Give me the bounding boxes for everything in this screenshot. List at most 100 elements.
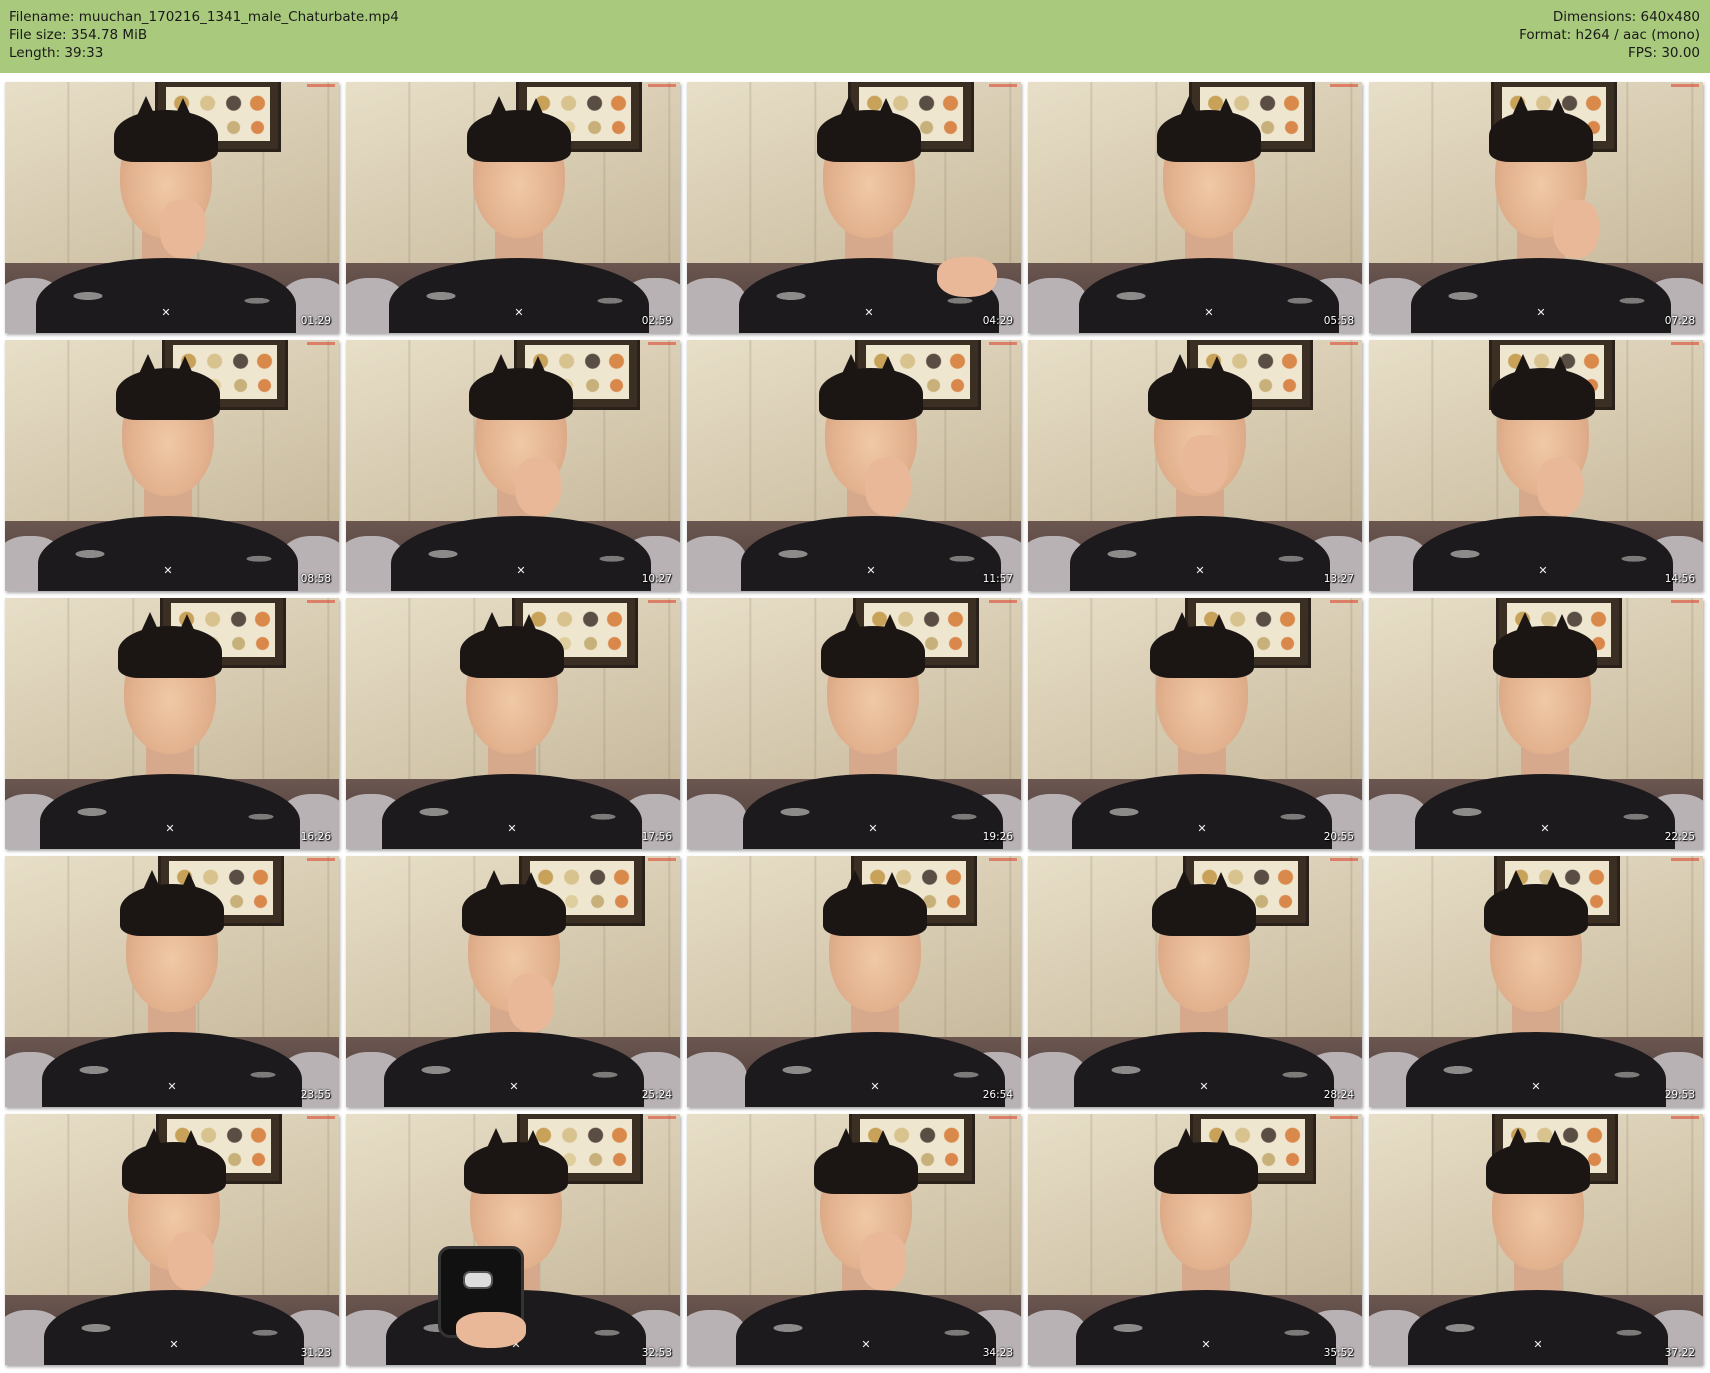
hair bbox=[1150, 612, 1254, 678]
watermark bbox=[1330, 84, 1358, 87]
timestamp-label: 32:53 bbox=[641, 1347, 672, 1359]
hair bbox=[817, 96, 921, 162]
shirt-logo-icon: ✕ bbox=[864, 306, 874, 319]
timestamp-label: 29:53 bbox=[1664, 1089, 1695, 1101]
thumbnail-frame[interactable]: ✕ 28:24 bbox=[1028, 856, 1362, 1107]
shirt-logo-icon: ✕ bbox=[1538, 564, 1548, 577]
shirt-logo-icon: ✕ bbox=[868, 822, 878, 835]
thumbnail-frame[interactable]: ✕ 16:26 bbox=[5, 598, 339, 849]
thumbnail-frame[interactable]: ✕ 02:59 bbox=[346, 82, 680, 333]
file-size-text: File size: 354.78 MiB bbox=[9, 27, 148, 43]
watermark bbox=[1671, 342, 1699, 345]
thumbnail-frame[interactable]: ✕ 13:27 bbox=[1028, 340, 1362, 591]
thumbnail-frame[interactable]: ✕ 22:25 bbox=[1369, 598, 1703, 849]
hair bbox=[464, 1128, 568, 1194]
watermark bbox=[307, 84, 335, 87]
timestamp-label: 17:56 bbox=[641, 831, 672, 843]
hand bbox=[456, 1312, 526, 1348]
watermark bbox=[1330, 858, 1358, 861]
file-info-right: Dimensions: 640x480 Format: h264 / aac (… bbox=[1519, 8, 1700, 62]
shirt-logo-icon: ✕ bbox=[1199, 1080, 1209, 1093]
thumbnail-frame[interactable]: ✕ 23:55 bbox=[5, 856, 339, 1107]
thumbnail-frame[interactable]: ✕ 10:27 bbox=[346, 340, 680, 591]
watermark bbox=[648, 342, 676, 345]
hair bbox=[122, 1128, 226, 1194]
thumbnail-frame[interactable]: ✕ 37:22 bbox=[1369, 1114, 1703, 1365]
thumbnail-frame[interactable]: ✕ 26:54 bbox=[687, 856, 1021, 1107]
watermark bbox=[307, 342, 335, 345]
hair bbox=[120, 870, 224, 936]
thumbnail-frame[interactable]: ✕ 07:28 bbox=[1369, 82, 1703, 333]
timestamp-label: 26:54 bbox=[982, 1089, 1013, 1101]
thumbnail-frame[interactable]: ✕ 34:23 bbox=[687, 1114, 1021, 1365]
hair bbox=[1491, 354, 1595, 420]
hair bbox=[1152, 870, 1256, 936]
length-text: Length: 39:33 bbox=[9, 45, 104, 61]
thumbnail-frame[interactable]: ✕ 17:56 bbox=[346, 598, 680, 849]
hand bbox=[508, 974, 554, 1032]
timestamp-label: 11:57 bbox=[982, 573, 1013, 585]
shirt-logo-icon: ✕ bbox=[516, 564, 526, 577]
thumbnail-frame[interactable]: ✕ 08:58 bbox=[5, 340, 339, 591]
shirt-logo-icon: ✕ bbox=[165, 822, 175, 835]
timestamp-label: 04:29 bbox=[982, 315, 1013, 327]
hair bbox=[462, 870, 566, 936]
hair bbox=[1489, 96, 1593, 162]
thumbnail-frame[interactable]: ✕ 11:57 bbox=[687, 340, 1021, 591]
watermark bbox=[1330, 342, 1358, 345]
hand bbox=[515, 458, 561, 516]
timestamp-label: 02:59 bbox=[641, 315, 672, 327]
thumbnail-frame[interactable]: ✕ 20:55 bbox=[1028, 598, 1362, 849]
shirt-logo-icon: ✕ bbox=[167, 1080, 177, 1093]
pillow-left bbox=[687, 794, 747, 849]
dimensions-text: Dimensions: 640x480 bbox=[1552, 9, 1700, 25]
watermark bbox=[648, 858, 676, 861]
timestamp-label: 13:27 bbox=[1323, 573, 1354, 585]
thumbnail-frame[interactable]: ✕ 19:26 bbox=[687, 598, 1021, 849]
watermark bbox=[1671, 858, 1699, 861]
hand bbox=[865, 458, 911, 516]
hair bbox=[1493, 612, 1597, 678]
thumbnail-frame[interactable]: ✕ 32:53 bbox=[346, 1114, 680, 1365]
watermark bbox=[1671, 1116, 1699, 1119]
thumbnail-frame[interactable]: ✕ 25:24 bbox=[346, 856, 680, 1107]
thumbnail-frame[interactable]: ✕ 35:52 bbox=[1028, 1114, 1362, 1365]
shirt-logo-icon: ✕ bbox=[161, 306, 171, 319]
timestamp-label: 19:26 bbox=[982, 831, 1013, 843]
shirt-logo-icon: ✕ bbox=[1540, 822, 1550, 835]
hair bbox=[1154, 1128, 1258, 1194]
timestamp-label: 34:23 bbox=[982, 1347, 1013, 1359]
thumbnail-frame[interactable]: ✕ 01:29 bbox=[5, 82, 339, 333]
hand bbox=[1553, 200, 1599, 258]
hand bbox=[1182, 435, 1228, 493]
watermark bbox=[1671, 84, 1699, 87]
timestamp-label: 16:26 bbox=[300, 831, 331, 843]
pillow-left bbox=[687, 278, 747, 333]
watermark bbox=[648, 1116, 676, 1119]
timestamp-label: 05:58 bbox=[1323, 315, 1354, 327]
hair bbox=[821, 612, 925, 678]
watermark bbox=[1671, 600, 1699, 603]
timestamp-label: 22:25 bbox=[1664, 831, 1695, 843]
hand bbox=[168, 1232, 214, 1290]
thumbnail-frame[interactable]: ✕ 04:29 bbox=[687, 82, 1021, 333]
filename-text: Filename: muuchan_170216_1341_male_Chatu… bbox=[9, 9, 399, 25]
thumbnail-frame[interactable]: ✕ 14:56 bbox=[1369, 340, 1703, 591]
watermark bbox=[648, 600, 676, 603]
watermark bbox=[989, 1116, 1017, 1119]
hair bbox=[823, 870, 927, 936]
thumbnail-frame[interactable]: ✕ 05:58 bbox=[1028, 82, 1362, 333]
shirt-logo-icon: ✕ bbox=[507, 822, 517, 835]
shirt-logo-icon: ✕ bbox=[1536, 306, 1546, 319]
thumbnail-grid: ✕ 01:29 ✕ 02:59 ✕ 04:29 ✕ 05:58 ✕ 07:28 … bbox=[5, 82, 1703, 1365]
thumbnail-frame[interactable]: ✕ 31:23 bbox=[5, 1114, 339, 1365]
hand bbox=[860, 1232, 906, 1290]
shirt-logo-icon: ✕ bbox=[1201, 1338, 1211, 1351]
thumbnail-frame[interactable]: ✕ 29:53 bbox=[1369, 856, 1703, 1107]
file-info-left: Filename: muuchan_170216_1341_male_Chatu… bbox=[9, 8, 399, 62]
watermark bbox=[1330, 1116, 1358, 1119]
watermark bbox=[989, 84, 1017, 87]
shirt-logo-icon: ✕ bbox=[866, 564, 876, 577]
shirt-logo-icon: ✕ bbox=[1204, 306, 1214, 319]
timestamp-label: 31:23 bbox=[300, 1347, 331, 1359]
